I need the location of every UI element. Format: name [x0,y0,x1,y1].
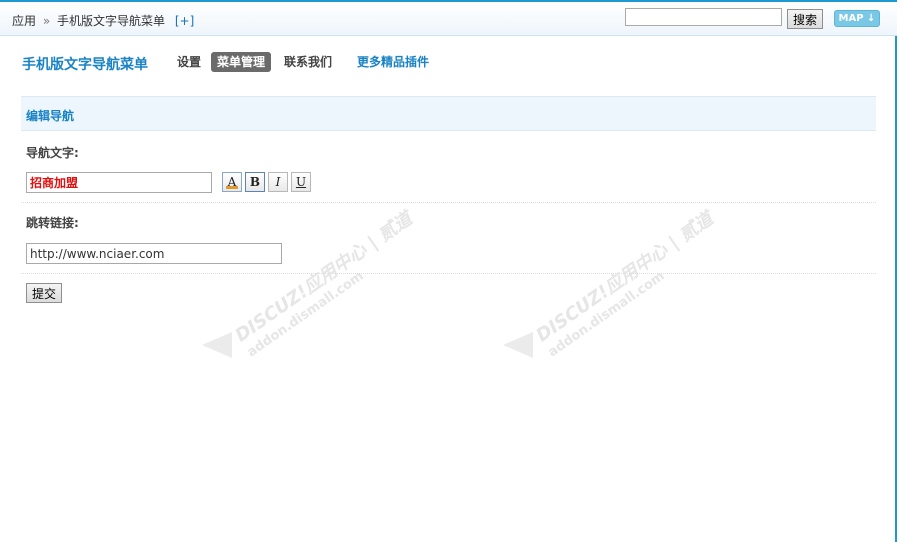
breadcrumb-separator: » [42,14,51,28]
watermark-arrow-icon [503,332,533,358]
text-color-button[interactable]: A [222,172,242,192]
search-button[interactable]: 搜索 [787,9,823,29]
section-title: 编辑导航 [26,109,75,123]
tab-menu-management[interactable]: 菜单管理 [211,52,272,72]
tab-settings[interactable]: 设置 [177,52,201,72]
plugin-title[interactable]: 手机版文字导航菜单 [22,54,148,74]
divider [21,273,876,274]
breadcrumb: 应用 » 手机版文字导航菜单 [+] [12,12,194,29]
section-header: 编辑导航 [21,96,876,131]
link-label: 跳转链接: [26,216,79,230]
tab-contact-us[interactable]: 联系我们 [284,52,332,72]
search-input[interactable] [625,8,782,26]
window-frame [0,0,897,542]
underline-button[interactable]: U [291,172,311,192]
submit-button[interactable]: 提交 [26,283,62,303]
map-button[interactable]: MAP ↓ [834,10,880,27]
divider [21,202,876,203]
watermark-arrow-icon [202,332,232,358]
breadcrumb-root[interactable]: 应用 [12,14,36,28]
color-swatch [226,186,238,189]
tab-more-plugins[interactable]: 更多精品插件 [357,52,429,72]
bold-button[interactable]: B [245,172,265,192]
italic-button[interactable]: I [268,172,288,192]
nav-text-label: 导航文字: [26,146,79,160]
top-bar: 应用 » 手机版文字导航菜单 [+] 搜索 MAP ↓ [0,2,897,36]
add-shortcut-link[interactable]: [+] [175,14,194,28]
link-url-input[interactable] [26,243,282,264]
nav-text-input[interactable] [26,172,212,193]
breadcrumb-current[interactable]: 手机版文字导航菜单 [57,14,165,28]
